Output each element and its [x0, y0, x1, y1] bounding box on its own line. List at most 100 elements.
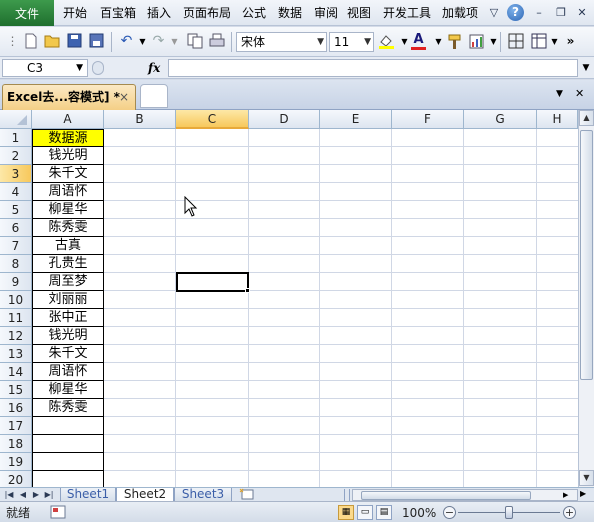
horizontal-scroll-thumb[interactable]	[361, 491, 531, 500]
menu-view[interactable]: 视图	[347, 0, 371, 26]
page-break-view-icon[interactable]: ▤	[376, 505, 392, 520]
zoom-level[interactable]: 100%	[402, 505, 436, 521]
cell-a2[interactable]: 钱光明	[32, 147, 104, 165]
zoom-out-icon[interactable]: −	[443, 506, 456, 519]
first-sheet-icon[interactable]: |◀	[3, 488, 15, 501]
row-header-5[interactable]: 5	[0, 201, 32, 219]
cell-a7[interactable]: 古真	[32, 237, 104, 255]
undo-icon[interactable]: ↶	[118, 33, 135, 50]
insert-sheet-icon[interactable]	[238, 488, 258, 501]
minimize-icon[interactable]: –	[531, 5, 547, 21]
zoom-slider-thumb[interactable]	[505, 506, 513, 519]
last-sheet-icon[interactable]: ▶|	[43, 488, 55, 501]
cell-a12[interactable]: 钱光明	[32, 327, 104, 345]
workbook-tab[interactable]: Excel去...容模式] * ×	[2, 84, 136, 110]
column-header-c[interactable]: C	[176, 110, 249, 129]
scroll-up-icon[interactable]: ▲	[579, 110, 594, 126]
row-header-14[interactable]: 14	[0, 363, 32, 381]
column-header-f[interactable]: F	[392, 110, 464, 129]
page-layout-view-icon[interactable]: ▭	[357, 505, 373, 520]
formula-bar-splitter[interactable]	[92, 61, 104, 75]
row-header-13[interactable]: 13	[0, 345, 32, 363]
restore-icon[interactable]: ❐	[553, 5, 569, 21]
row-header-19[interactable]: 19	[0, 453, 32, 471]
row-header-7[interactable]: 7	[0, 237, 32, 255]
macro-record-icon[interactable]	[50, 505, 66, 519]
menu-toolbox[interactable]: 百宝箱	[100, 0, 136, 26]
row-header-9[interactable]: 9	[0, 273, 32, 291]
next-sheet-icon[interactable]: ▶	[30, 488, 42, 501]
font-size-select[interactable]: 11 ▼	[329, 32, 374, 52]
fill-handle[interactable]	[245, 288, 250, 293]
redo-dropdown-icon[interactable]: ▼	[166, 33, 183, 50]
expand-formula-bar-icon[interactable]: ▼	[580, 59, 592, 77]
font-name-select[interactable]: 宋体 ▼	[236, 32, 327, 52]
cell-a4[interactable]: 周语怀	[32, 183, 104, 201]
chart-icon[interactable]	[468, 33, 485, 50]
format-painter-icon[interactable]	[446, 33, 463, 50]
cell-a14[interactable]: 周语怀	[32, 363, 104, 381]
cell-a3[interactable]: 朱千文	[32, 165, 104, 183]
scroll-down-icon[interactable]: ▼	[579, 470, 594, 486]
new-document-icon[interactable]	[22, 33, 39, 50]
prev-sheet-icon[interactable]: ◀	[17, 488, 29, 501]
close-workbook-icon[interactable]: ✕	[575, 87, 584, 100]
menu-review[interactable]: 审阅	[314, 0, 338, 26]
menu-home[interactable]: 开始	[63, 0, 87, 26]
row-header-11[interactable]: 11	[0, 309, 32, 327]
column-header-g[interactable]: G	[464, 110, 537, 129]
cell-a19[interactable]	[32, 453, 104, 471]
toolbar-overflow-icon[interactable]: »	[562, 33, 579, 50]
select-all-corner[interactable]	[0, 110, 32, 129]
row-header-17[interactable]: 17	[0, 417, 32, 435]
zoom-in-icon[interactable]: +	[563, 506, 576, 519]
close-icon[interactable]: ✕	[574, 5, 590, 21]
row-header-15[interactable]: 15	[0, 381, 32, 399]
menu-addins[interactable]: 加载项	[442, 0, 478, 26]
row-header-2[interactable]: 2	[0, 147, 32, 165]
scroll-right-end-icon[interactable]: ▶	[580, 489, 586, 498]
vertical-scroll-thumb[interactable]	[580, 130, 593, 380]
cell-a16[interactable]: 陈秀雯	[32, 399, 104, 417]
open-folder-icon[interactable]	[44, 33, 61, 50]
sheet-tab-1[interactable]: Sheet1	[60, 488, 116, 502]
cell-a13[interactable]: 朱千文	[32, 345, 104, 363]
row-header-8[interactable]: 8	[0, 255, 32, 273]
active-cell-cursor[interactable]	[176, 272, 249, 292]
name-box[interactable]: C3 ▼	[2, 59, 88, 77]
borders-icon[interactable]	[507, 33, 524, 50]
row-header-12[interactable]: 12	[0, 327, 32, 345]
menu-insert[interactable]: 插入	[147, 0, 171, 26]
row-header-6[interactable]: 6	[0, 219, 32, 237]
sheet-tab-2[interactable]: Sheet2	[116, 488, 174, 502]
menu-developer[interactable]: 开发工具	[383, 0, 431, 26]
font-color-dropdown-icon[interactable]: ▼	[430, 33, 447, 50]
spreadsheet-grid[interactable]: ABCDEFGH 1 2 3 4 5 6 7 8 9 10 11 12 13 14 15 16 17 18 19 20…	[0, 110, 578, 487]
column-header-d[interactable]: D	[249, 110, 320, 129]
formula-input[interactable]	[168, 59, 578, 77]
row-header-20[interactable]: 20	[0, 471, 32, 487]
sheet-tab-3[interactable]: Sheet3	[174, 488, 232, 502]
table-format-dropdown-icon[interactable]: ▼	[546, 33, 563, 50]
vertical-scrollbar[interactable]: ▲ ▼	[578, 110, 594, 487]
cell-a5[interactable]: 柳星华	[32, 201, 104, 219]
row-header-4[interactable]: 4	[0, 183, 32, 201]
column-header-a[interactable]: A	[32, 110, 104, 129]
column-header-b[interactable]: B	[104, 110, 176, 129]
font-color-icon[interactable]: A	[410, 33, 427, 50]
horizontal-scrollbar[interactable]: ▶	[352, 489, 578, 501]
column-header-e[interactable]: E	[320, 110, 392, 129]
save-icon[interactable]	[66, 33, 83, 50]
row-header-10[interactable]: 10	[0, 291, 32, 309]
tab-close-icon[interactable]: ×	[119, 85, 129, 109]
column-header-h[interactable]: H	[537, 110, 578, 129]
menu-formulas[interactable]: 公式	[242, 0, 266, 26]
file-menu-button[interactable]: 文件	[0, 0, 54, 26]
cell-a10[interactable]: 刘丽丽	[32, 291, 104, 309]
cell-a9[interactable]: 周至梦	[32, 273, 104, 291]
fill-color-icon[interactable]	[378, 33, 395, 50]
undo-dropdown-icon[interactable]: ▼	[134, 33, 151, 50]
row-header-3[interactable]: 3	[0, 165, 32, 183]
cell-a11[interactable]: 张中正	[32, 309, 104, 327]
print-icon[interactable]	[208, 33, 225, 50]
